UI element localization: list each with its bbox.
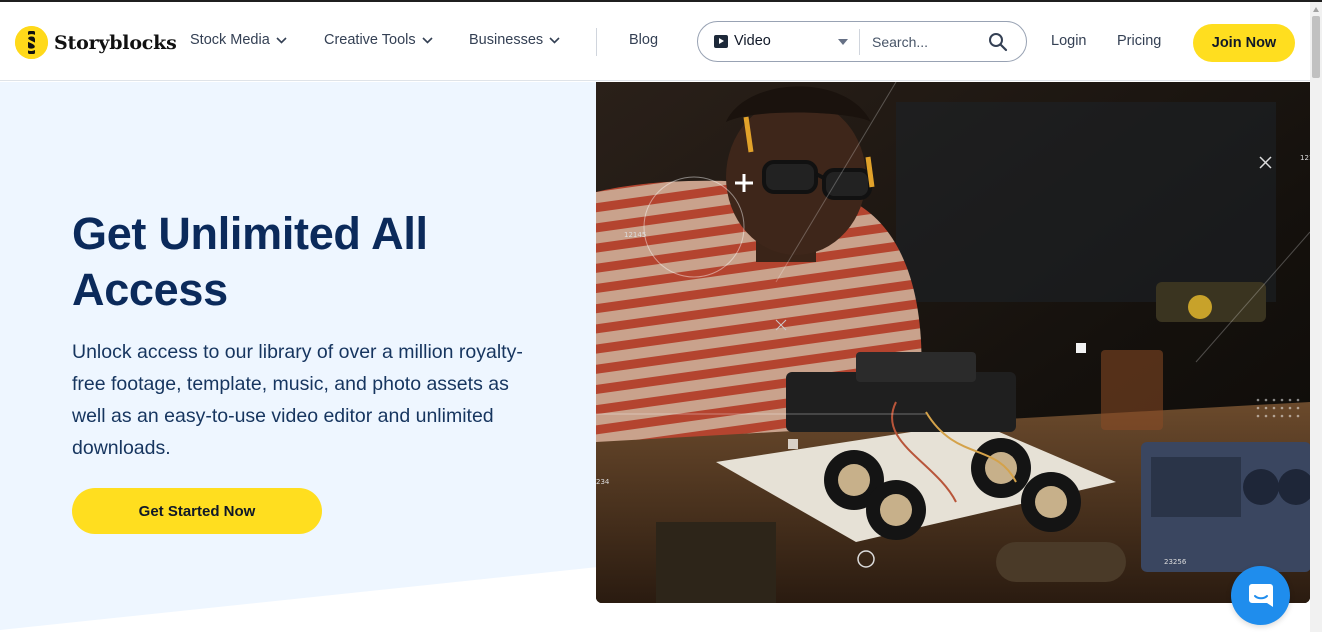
site-header: Storyblocks Stock Media Creative Tools B…	[0, 2, 1310, 81]
media-type-select[interactable]: Video	[714, 33, 771, 49]
logo-mark-icon	[15, 26, 48, 59]
nav-stock-media-label: Stock Media	[190, 32, 270, 48]
pricing-link[interactable]: Pricing	[1117, 33, 1161, 49]
nav-stock-media[interactable]: Stock Media	[190, 32, 287, 48]
storyblocks-logo[interactable]: Storyblocks	[15, 26, 177, 59]
page: Storyblocks Stock Media Creative Tools B…	[0, 0, 1322, 632]
chevron-down-icon	[422, 36, 433, 44]
scroll-up-icon[interactable]	[1313, 7, 1319, 12]
scrollbar-thumb[interactable]	[1312, 16, 1320, 78]
search-icon[interactable]	[988, 32, 1008, 52]
video-play-icon	[714, 34, 728, 48]
caret-down-icon[interactable]	[838, 39, 848, 45]
nav-divider	[596, 28, 597, 56]
overlay-number: 12145	[624, 231, 646, 239]
hero-description: Unlock access to our library of over a m…	[72, 341, 523, 459]
media-type-label: Video	[734, 33, 771, 49]
get-started-button[interactable]: Get Started Now	[72, 488, 322, 534]
chevron-down-icon	[276, 36, 287, 44]
hero-title: Get Unlimited All Access	[72, 208, 428, 315]
nav-businesses-label: Businesses	[469, 32, 544, 48]
search-input[interactable]	[872, 31, 982, 53]
chat-bubble-icon	[1248, 583, 1273, 607]
chat-launcher-button[interactable]	[1231, 566, 1290, 625]
overlay-number: 23256	[1164, 558, 1187, 566]
login-link[interactable]: Login	[1051, 33, 1086, 49]
nav-creative-tools[interactable]: Creative Tools	[324, 32, 433, 48]
nav-blog[interactable]: Blog	[629, 32, 658, 48]
nav-blog-label: Blog	[629, 32, 659, 48]
hero-image: 12145 23256 121 234	[596, 82, 1310, 603]
nav-businesses[interactable]: Businesses	[469, 32, 560, 48]
join-now-button[interactable]: Join Now	[1193, 24, 1295, 62]
overlay-number: 121	[1300, 154, 1310, 162]
overlay-number: 234	[596, 478, 610, 486]
search-separator	[859, 29, 860, 55]
hero-photo-illustration: 12145 23256 121 234	[596, 82, 1310, 603]
chevron-down-icon	[549, 36, 560, 44]
page-scrollbar[interactable]	[1310, 2, 1322, 632]
logo-wordmark: Storyblocks	[54, 31, 177, 54]
nav-creative-tools-label: Creative Tools	[324, 32, 416, 48]
search-bar: Video	[697, 21, 1027, 62]
